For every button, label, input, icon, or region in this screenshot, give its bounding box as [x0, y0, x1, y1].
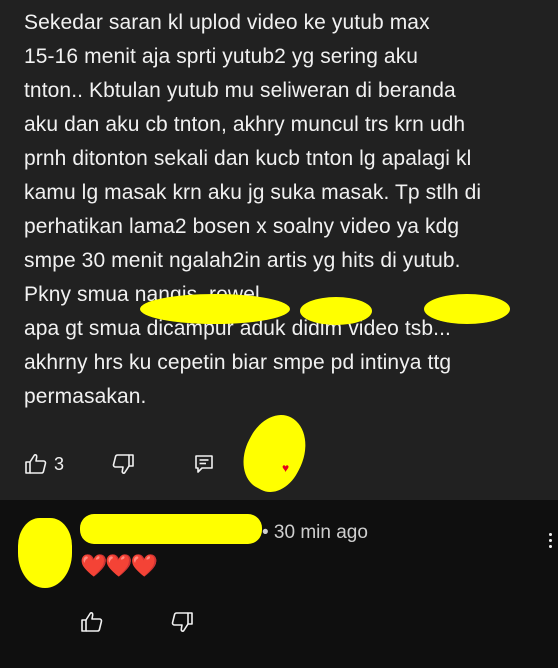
redaction-mark: [231, 404, 319, 502]
avatar: [18, 518, 72, 588]
like-count: 3: [54, 453, 65, 474]
author-name-redacted: [80, 514, 262, 544]
heart-icon: ♥: [282, 461, 290, 475]
comment-card: Sekedar saran kl uplod video ke yutub ma…: [0, 0, 558, 502]
thumbs-up-icon[interactable]: [80, 610, 104, 634]
reply-comment: • 30 min ago ❤️❤️❤️: [0, 500, 558, 668]
thumbs-down-icon[interactable]: [170, 610, 194, 634]
thumbs-down-icon[interactable]: [111, 452, 135, 476]
redaction-mark: [300, 297, 372, 325]
redaction-mark: [140, 294, 290, 324]
reply-text: ❤️❤️❤️: [80, 553, 158, 578]
comment-timestamp: • 30 min ago: [262, 522, 368, 543]
comment-text: Sekedar saran kl uplod video ke yutub ma…: [24, 11, 482, 408]
comment-actions: 3: [24, 452, 64, 476]
reply-comment-icon[interactable]: [193, 453, 215, 475]
redaction-mark: [424, 294, 510, 324]
thumbs-up-icon[interactable]: [24, 452, 48, 476]
more-vert-icon[interactable]: [549, 530, 552, 551]
